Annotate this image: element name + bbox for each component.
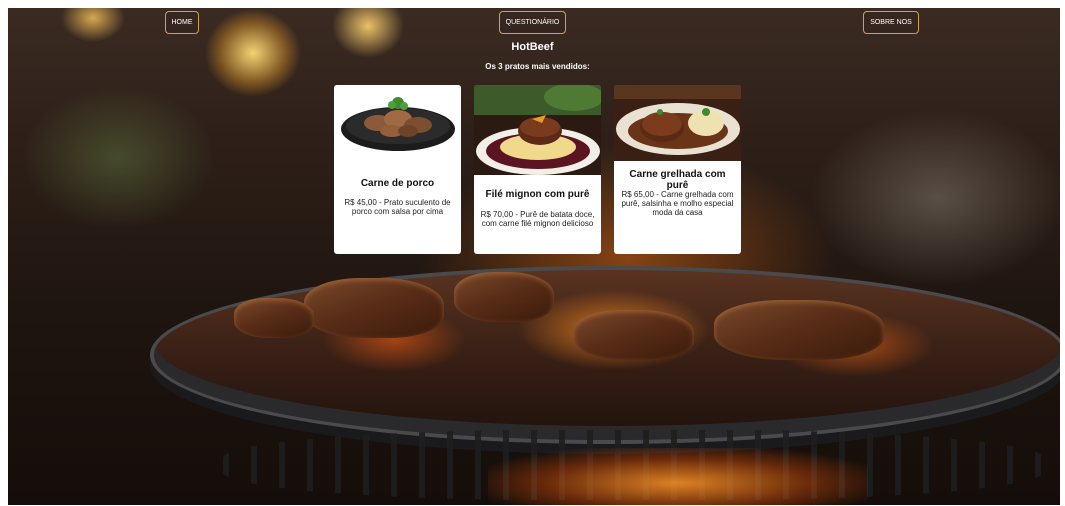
dish-photo-filet: [474, 85, 601, 175]
dish-description: R$ 45,00 - Prato suculento de porco com …: [344, 198, 451, 216]
dish-card-grilled[interactable]: Carne grelhada com purê R$ 65,00 - Carne…: [614, 85, 741, 254]
steak: [304, 278, 444, 338]
dish-title: Carne grelhada com purê: [629, 169, 726, 191]
nav-questionnaire-button[interactable]: QUESTIONÁRIO: [499, 11, 566, 34]
dish-description: R$ 70,00 - Purê de batata doce, com carn…: [480, 210, 595, 228]
steak: [714, 300, 884, 360]
dish-title: Filé mignon com purê: [485, 189, 590, 200]
nav-about-button[interactable]: SOBRE NOS: [863, 11, 919, 34]
background-grill-photo: [8, 8, 1060, 505]
dish-card-pork[interactable]: Carne de porco R$ 45,00 - Prato suculent…: [334, 85, 461, 254]
steak: [574, 310, 694, 360]
flame-glow: [488, 448, 868, 505]
grill-plate: [150, 266, 1060, 444]
site-title: HotBeef: [511, 41, 554, 53]
dish-card-filet[interactable]: Filé mignon com purê R$ 70,00 - Purê de …: [474, 85, 601, 254]
dish-photo-grilled: [614, 85, 741, 175]
nav-home-button[interactable]: HOME: [165, 11, 199, 34]
dish-title: Carne de porco: [360, 178, 435, 189]
dish-description: R$ 65,00 - Carne grelhada com purê, sals…: [621, 190, 734, 217]
steak: [454, 272, 554, 322]
steak: [234, 298, 314, 338]
site-subtitle: Os 3 pratos mais vendidos:: [485, 62, 590, 71]
dish-photo-pork: [334, 85, 461, 175]
